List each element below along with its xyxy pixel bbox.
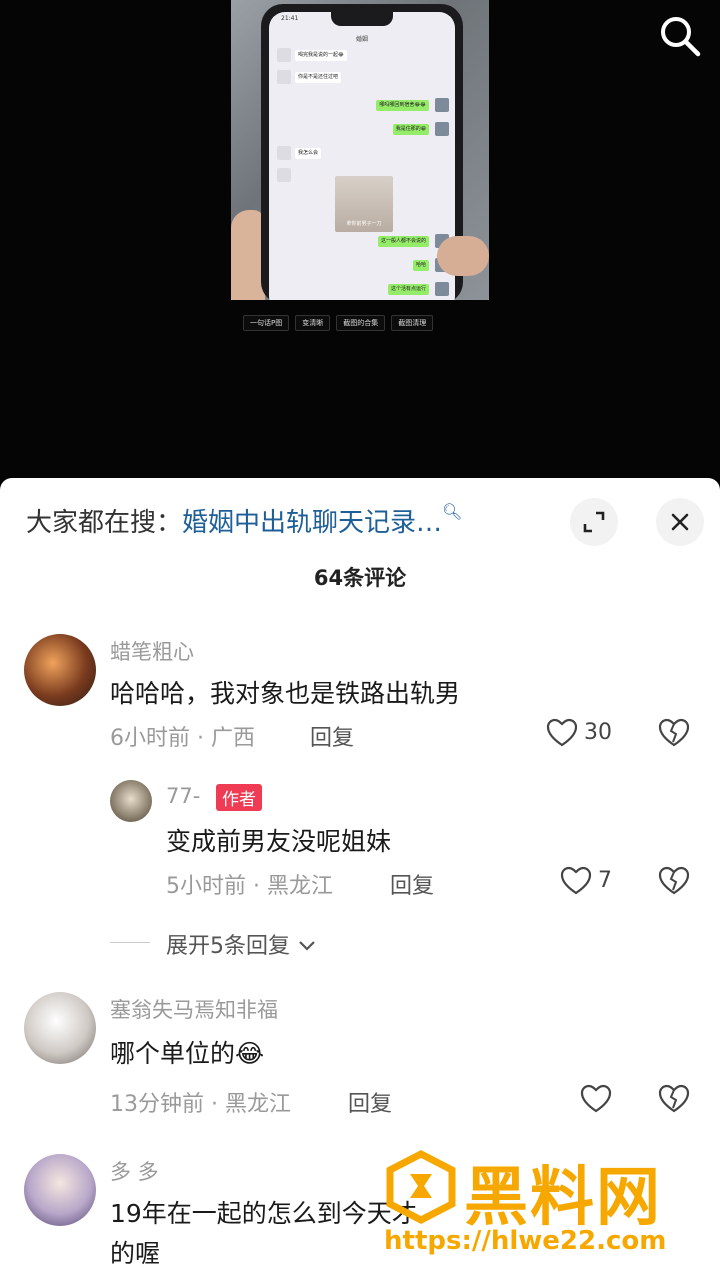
chat-bubble: 你是不是还住过吧 xyxy=(295,72,342,83)
chat-bubble: 我是住那的😁 xyxy=(392,124,429,135)
chat-bubble: 哈哈 xyxy=(412,260,429,271)
comment-meta: 5小时前 · 黑龙江 xyxy=(166,874,333,899)
video-frame: 21:41 婚姻 喝完我是说的一起😂 你是不是还住过吧 哪吗哪回到宿舍😂😂 我是… xyxy=(231,0,489,300)
comment-author[interactable]: 塞翁失马焉知非福 xyxy=(110,994,278,1024)
watermark: 黑料网 https://hlwe22.com xyxy=(384,1146,706,1266)
broken-heart-icon[interactable] xyxy=(658,718,690,748)
author-badge: 作者 xyxy=(216,784,262,811)
comment-text: 哈哈哈，我对象也是铁路出轨男 xyxy=(110,679,461,708)
video-player[interactable]: 21:41 婚姻 喝完我是说的一起😂 你是不是还住过吧 哪吗哪回到宿舍😂😂 我是… xyxy=(0,0,720,480)
comment-meta: 6小时前 · 广西 xyxy=(110,726,255,751)
hand-left xyxy=(231,210,265,300)
heart-icon[interactable] xyxy=(560,866,592,896)
comment-location: 黑龙江 xyxy=(266,874,333,899)
comment-text: 哪个单位的😂 xyxy=(110,1039,265,1068)
avatar xyxy=(435,282,449,296)
tag-chip[interactable]: 一句话P图 xyxy=(243,315,290,331)
chat-bubble: 这一般人都不会说的 xyxy=(377,236,429,247)
video-tags: 一句话P图 变清晰 截图的合集 截图清理 xyxy=(243,315,434,331)
divider xyxy=(110,942,150,943)
avatar[interactable] xyxy=(24,1154,96,1226)
phone-notch xyxy=(331,12,393,26)
avatar[interactable] xyxy=(110,780,152,822)
chat-bubble: 这个活有点运行 xyxy=(387,284,429,295)
tag-chip[interactable]: 截图清理 xyxy=(391,315,434,331)
phone-screen: 21:41 婚姻 喝完我是说的一起😂 你是不是还住过吧 哪吗哪回到宿舍😂😂 我是… xyxy=(269,12,455,300)
search-icon[interactable] xyxy=(658,14,702,58)
comment-time: 6小时前 xyxy=(110,726,190,751)
comment-text: 19年在一起的怎么到今天才 xyxy=(110,1199,417,1228)
hot-search-term[interactable]: 婚姻中出轨聊天记录… xyxy=(182,508,442,538)
avatar xyxy=(435,122,449,136)
chat-title: 婚姻 xyxy=(355,36,368,43)
comment-text: 变成前男友没呢姐妹 xyxy=(166,827,392,856)
like-count: 7 xyxy=(598,868,612,893)
chevron-down-icon xyxy=(299,941,315,951)
reply-button[interactable]: 回复 xyxy=(348,1086,392,1118)
expand-icon xyxy=(583,511,605,533)
watermark-title: 黑料网 xyxy=(464,1161,662,1235)
hot-search-label: 大家都在搜： xyxy=(26,508,183,538)
close-button[interactable] xyxy=(656,498,704,546)
avatar xyxy=(277,146,291,160)
chat-bubble: 我怎么会 xyxy=(295,148,322,159)
tag-chip[interactable]: 截图的合集 xyxy=(336,315,386,331)
avatar[interactable] xyxy=(24,634,96,706)
tag-chip[interactable]: 变清晰 xyxy=(295,315,331,331)
comment-count: 64条评论 xyxy=(313,566,407,590)
heart-icon[interactable] xyxy=(580,1084,612,1114)
comment-location: 黑龙江 xyxy=(224,1092,291,1117)
hot-search[interactable]: 大家都在搜：婚姻中出轨聊天记录…🔍︎ xyxy=(26,502,462,539)
expand-replies-button[interactable]: 展开5条回复 xyxy=(166,928,317,960)
comment-time: 13分钟前 xyxy=(110,1092,204,1117)
chat-image-caption: 拿你前男子一刀 xyxy=(346,221,382,227)
comment-author[interactable]: 蜡笔粗心 xyxy=(110,636,194,666)
comment-location: 广西 xyxy=(210,726,255,751)
fullscreen-button[interactable] xyxy=(570,498,618,546)
comment-text-continued: 的喔 xyxy=(110,1239,161,1268)
phone-in-video: 21:41 婚姻 喝完我是说的一起😂 你是不是还住过吧 哪吗哪回到宿舍😂😂 我是… xyxy=(261,4,463,300)
watermark-url: https://hlwe22.com xyxy=(384,1226,667,1256)
reply-button[interactable]: 回复 xyxy=(390,868,434,900)
watermark-logo-icon xyxy=(386,1150,456,1224)
comment-time: 5小时前 xyxy=(166,874,246,899)
phone-time: 21:41 xyxy=(281,15,299,22)
chat-bubble: 哪吗哪回到宿舍😂😂 xyxy=(376,100,429,111)
comment-meta: 13分钟前 · 黑龙江 xyxy=(110,1092,291,1117)
broken-heart-icon[interactable] xyxy=(658,1084,690,1114)
chat-bubble: 喝完我是说的一起😂 xyxy=(295,50,347,61)
heart-icon[interactable] xyxy=(546,718,578,748)
comment-sheet: 大家都在搜：婚姻中出轨聊天记录…🔍︎ 64条评论 蜡笔粗心 哈哈哈，我对象也是铁… xyxy=(0,478,720,1280)
close-icon xyxy=(671,513,689,531)
comment-author[interactable]: 77- xyxy=(166,784,200,808)
search-icon: 🔍︎ xyxy=(442,502,463,521)
avatar xyxy=(435,98,449,112)
expand-replies-label: 展开5条回复 xyxy=(166,934,290,959)
avatar xyxy=(277,48,291,62)
reply-button[interactable]: 回复 xyxy=(310,720,354,752)
hand-right xyxy=(437,236,489,276)
comment-author[interactable]: 多 多 xyxy=(110,1156,159,1186)
avatar[interactable] xyxy=(24,992,96,1064)
broken-heart-icon[interactable] xyxy=(658,866,690,896)
avatar xyxy=(277,168,291,182)
like-count: 30 xyxy=(584,720,612,745)
avatar xyxy=(277,70,291,84)
